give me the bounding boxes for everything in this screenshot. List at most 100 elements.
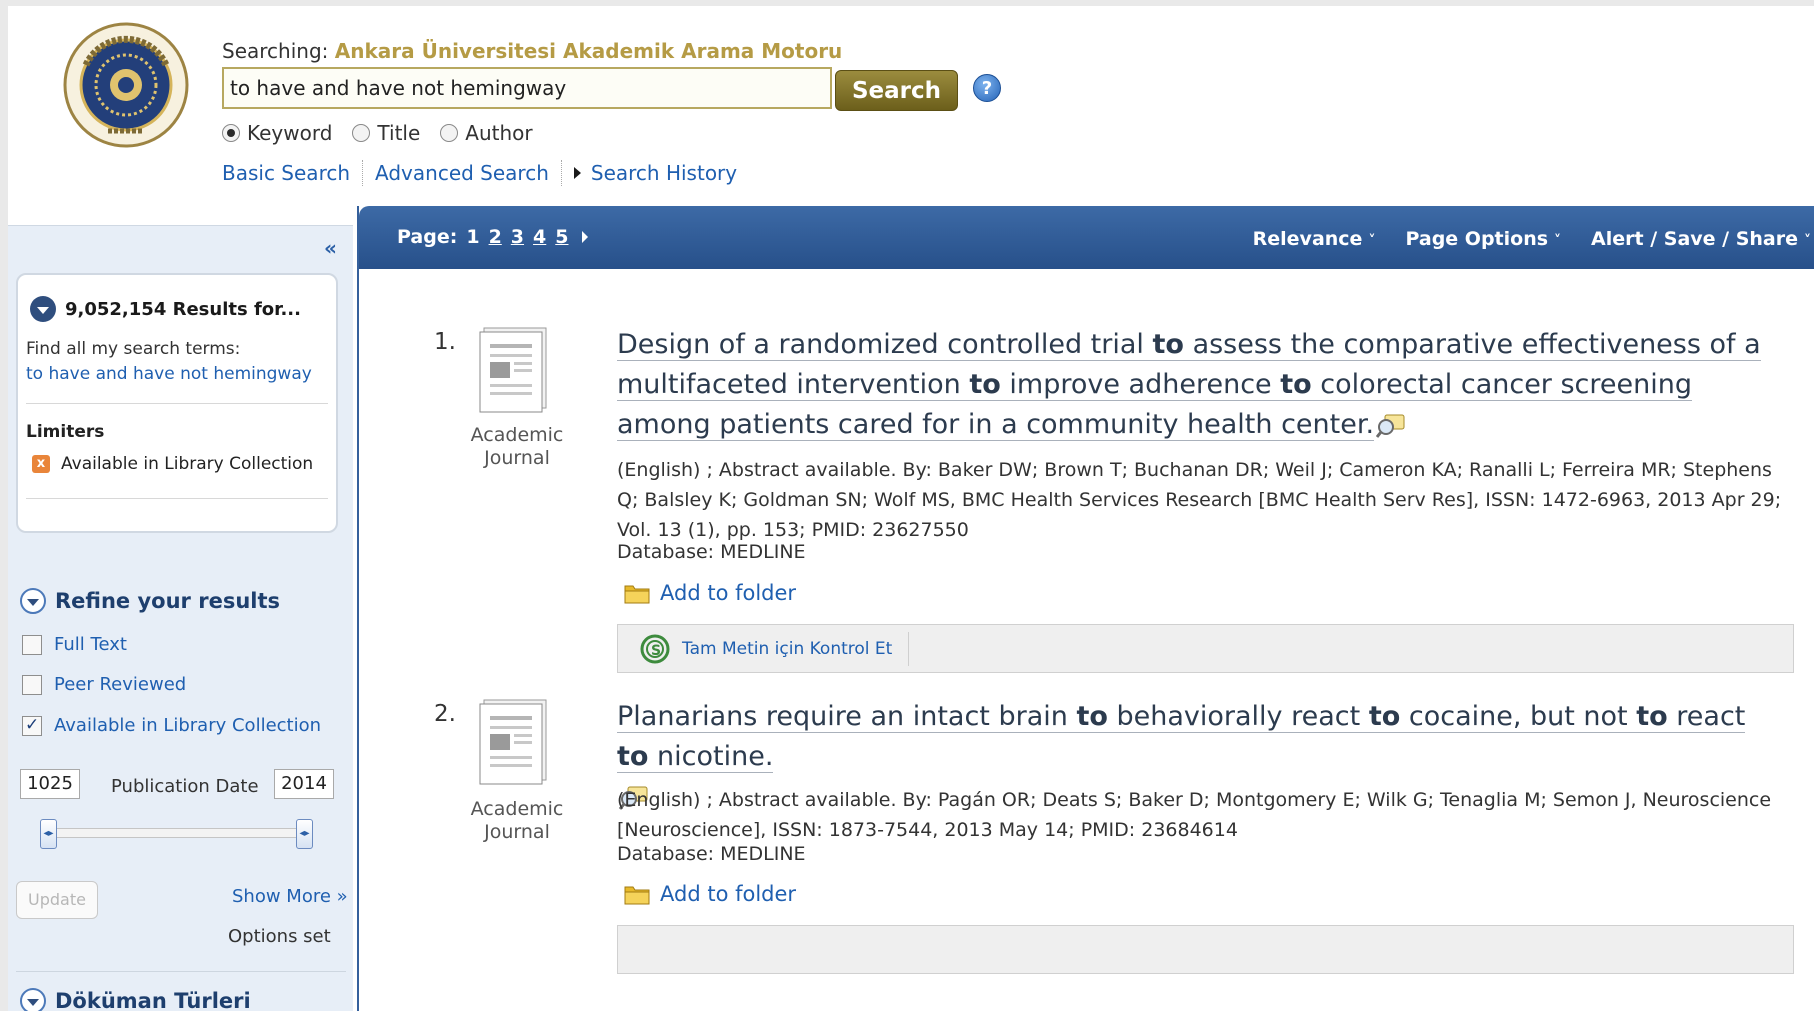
fulltext-check-label[interactable]: Tam Metin için Kontrol Et (682, 639, 892, 659)
find-all-label: Find all my search terms: (26, 339, 241, 359)
radio-keyword[interactable]: Keyword (222, 121, 332, 145)
title-text[interactable]: Design of a randomized controlled trial … (617, 329, 1761, 441)
divider (26, 498, 328, 499)
filter-full-text[interactable]: Full Text (22, 634, 127, 655)
title-highlight: to (1280, 369, 1312, 400)
next-page-icon[interactable] (581, 231, 588, 243)
expand-triangle-icon[interactable] (573, 167, 581, 179)
results-toolbar: Page: 1 2 3 4 5 Relevance ˅ Page Options ˅… (359, 206, 1814, 269)
add-to-folder-label[interactable]: Add to folder (660, 882, 796, 906)
year-from-input[interactable]: 1025 (20, 769, 80, 799)
title-highlight: to (1368, 701, 1401, 732)
title-highlight: to (1636, 701, 1668, 732)
page-options-dropdown[interactable]: Page Options ˅ (1405, 228, 1561, 250)
radio-icon[interactable] (352, 124, 371, 142)
page-current: 1 (466, 226, 480, 248)
title-text[interactable]: Planarians require an intact brain to be… (617, 701, 1746, 773)
radio-icon[interactable] (440, 124, 459, 142)
search-button[interactable]: Search (835, 70, 958, 111)
academic-journal-icon[interactable] (474, 324, 560, 416)
title-segment: Design of a randomized controlled trial (617, 329, 1153, 360)
alert-save-share-label: Alert / Save / Share (1591, 228, 1798, 250)
toolbar-actions: Relevance ˅ Page Options ˅ Alert / Save / … (1253, 228, 1811, 250)
checkbox-icon[interactable] (22, 674, 42, 695)
chevron-down-icon: ˅ (1554, 233, 1562, 249)
page-link[interactable]: 3 (511, 226, 524, 248)
alert-save-share-dropdown[interactable]: Alert / Save / Share ˅ (1591, 228, 1811, 250)
search-history-link[interactable]: Search History (591, 161, 737, 185)
radio-title[interactable]: Title (352, 121, 420, 145)
folder-icon (624, 886, 650, 905)
collapse-circle-icon[interactable] (30, 296, 56, 322)
left-sidebar: « 9,052,154 Results for... Find all my s… (8, 225, 353, 1011)
fulltext-check-link[interactable]: S Tam Metin için Kontrol Et (640, 634, 892, 664)
pagination: Page: 1 2 3 4 5 (397, 226, 588, 248)
result-number: 1. (434, 329, 456, 355)
show-more-link[interactable]: Show More » (232, 886, 348, 907)
filter-library-collection[interactable]: Available in Library Collection (22, 715, 321, 736)
collapse-sidebar-icon[interactable]: « (324, 236, 337, 260)
preview-magnifier-icon[interactable] (1376, 413, 1406, 439)
filter-label[interactable]: Available in Library Collection (54, 715, 321, 736)
svg-text:S: S (651, 643, 661, 659)
page-label: Page: (397, 226, 458, 248)
filter-label[interactable]: Full Text (54, 634, 127, 655)
search-terms-link[interactable]: to have and have not hemingway (26, 364, 312, 384)
results-summary-box: 9,052,154 Results for... Find all my sea… (16, 273, 338, 533)
chevron-down-icon: ˅ (1368, 233, 1376, 249)
result-database: Database: MEDLINE (617, 541, 806, 563)
filter-label[interactable]: Peer Reviewed (54, 674, 186, 695)
filter-peer-reviewed[interactable]: Peer Reviewed (22, 674, 186, 695)
title-segment: improve adherence (1000, 369, 1281, 400)
year-to-input[interactable]: 2014 (274, 769, 334, 799)
slider-handle-end[interactable]: ◂▸ (296, 819, 313, 849)
title-highlight: to (1076, 701, 1108, 732)
searching-label: Searching: Ankara Üniversitesi Akademik … (222, 39, 842, 63)
result-title[interactable]: Design of a randomized controlled trial … (617, 325, 1777, 445)
type-line: Academic (470, 798, 564, 820)
limiter-label: Available in Library Collection (61, 454, 314, 474)
add-to-folder-link[interactable]: Add to folder (624, 581, 796, 605)
page-link[interactable]: 2 (489, 226, 502, 248)
type-line: Academic (470, 424, 564, 446)
title-highlight: to (617, 741, 649, 772)
database-name[interactable]: Ankara Üniversitesi Akademik Arama Motor… (335, 39, 843, 63)
link-resolver-icon: S (640, 634, 670, 664)
title-segment: react (1667, 701, 1746, 732)
update-button[interactable]: Update (16, 881, 98, 919)
page-link[interactable]: 4 (533, 226, 546, 248)
document-types-heading[interactable]: Döküman Türleri (20, 988, 251, 1011)
search-field-options: Keyword Title Author (222, 121, 533, 145)
limiters-heading: Limiters (26, 422, 105, 442)
university-logo (63, 22, 189, 148)
page-link[interactable]: 5 (555, 226, 568, 248)
publication-date-label: Publication Date (111, 776, 259, 797)
checkbox-icon[interactable] (22, 634, 42, 655)
help-icon[interactable]: ? (973, 74, 1001, 102)
remove-limiter-icon[interactable]: x (32, 455, 50, 473)
refine-results-heading[interactable]: Refine your results (20, 588, 280, 614)
advanced-search-link[interactable]: Advanced Search (375, 161, 549, 185)
title-segment: cocaine, but not (1400, 701, 1637, 732)
checkbox-checked-icon[interactable] (22, 715, 42, 736)
options-set-label: Options set (228, 926, 331, 947)
divider (560, 160, 562, 186)
fulltext-link-bar (617, 925, 1794, 974)
title-highlight: to (969, 369, 1001, 400)
add-to-folder-link[interactable]: Add to folder (624, 882, 796, 906)
radio-author[interactable]: Author (440, 121, 533, 145)
basic-search-link[interactable]: Basic Search (222, 161, 350, 185)
search-input[interactable]: to have and have not hemingway (222, 67, 832, 109)
title-highlight: to (1152, 329, 1184, 360)
results-count: 9,052,154 Results for... (65, 298, 301, 320)
add-to-folder-label[interactable]: Add to folder (660, 581, 796, 605)
radio-icon-selected[interactable] (222, 124, 240, 142)
date-slider-track[interactable] (46, 828, 312, 838)
slider-handle-start[interactable]: ◂▸ (40, 819, 57, 849)
results-count-heading[interactable]: 9,052,154 Results for... (30, 296, 301, 322)
collapse-circle-icon[interactable] (20, 988, 46, 1011)
sort-dropdown[interactable]: Relevance ˅ (1253, 228, 1376, 250)
collapse-circle-icon[interactable] (20, 588, 46, 614)
doc-types-label: Döküman Türleri (55, 989, 251, 1011)
academic-journal-icon[interactable] (474, 696, 560, 788)
